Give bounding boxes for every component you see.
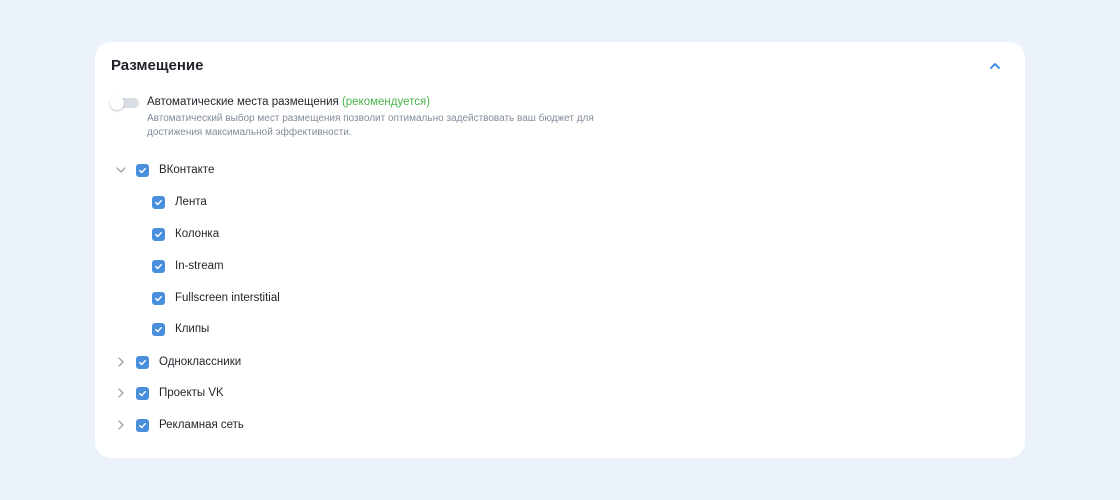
check-icon <box>155 231 162 237</box>
auto-placement-toggle[interactable] <box>110 96 139 110</box>
check-icon <box>139 167 146 173</box>
checkbox-clips[interactable] <box>152 322 165 336</box>
toggle-knob <box>110 96 124 110</box>
subplacement-label: Колонка <box>175 228 220 240</box>
checkbox-odnoklassniki[interactable] <box>136 355 149 369</box>
check-icon <box>139 359 146 365</box>
platform-label: Одноклассники <box>159 356 242 368</box>
check-icon <box>155 326 162 332</box>
subplacement-label: In-stream <box>175 260 224 272</box>
auto-placement-label-text: Автоматические места размещения <box>147 96 339 108</box>
check-icon <box>139 390 146 396</box>
chevron-right-icon[interactable] <box>115 356 127 368</box>
chevron-up-icon[interactable] <box>987 58 1003 74</box>
checkbox-instream[interactable] <box>152 259 165 273</box>
check-icon <box>155 199 162 205</box>
subplacement-label: Лента <box>175 196 207 208</box>
subplacement-row-column: Колонка <box>152 226 219 242</box>
recommended-badge: (рекомендуется) <box>341 96 431 108</box>
checkbox-vkontakte[interactable] <box>136 163 149 177</box>
checkbox-vk-projects[interactable] <box>136 386 149 400</box>
platform-row-odnoklassniki: Одноклассники <box>115 354 241 370</box>
platform-row-vk-projects: Проекты VK <box>115 385 224 401</box>
chevron-right-icon[interactable] <box>115 419 127 431</box>
platform-label: Рекламная сеть <box>159 419 244 431</box>
subplacement-row-fullscreen: Fullscreen interstitial <box>152 290 280 306</box>
platform-row-ad-network: Рекламная сеть <box>115 417 244 433</box>
subplacement-row-instream: In-stream <box>152 258 224 274</box>
subplacement-row-feed: Лента <box>152 194 207 210</box>
section-title: Размещение <box>111 57 204 74</box>
chevron-right-icon[interactable] <box>115 387 127 399</box>
platform-label: Проекты VK <box>159 387 224 399</box>
subplacement-row-clips: Клипы <box>152 321 209 337</box>
section-header: Размещение <box>111 56 1009 76</box>
auto-placement-label: Автоматические места размещения (рекомен… <box>147 95 430 110</box>
checkbox-feed[interactable] <box>152 195 165 209</box>
check-icon <box>155 263 162 269</box>
subplacement-label: Клипы <box>175 323 210 335</box>
subplacement-label: Fullscreen interstitial <box>175 292 280 304</box>
auto-placement-description: Автоматический выбор мест размещения поз… <box>147 113 594 138</box>
platform-row-vkontakte: ВКонтакте <box>115 162 214 178</box>
checkbox-fullscreen[interactable] <box>152 291 165 305</box>
platform-label: ВКонтакте <box>159 164 215 176</box>
checkbox-ad-network[interactable] <box>136 418 149 432</box>
checkbox-column[interactable] <box>152 227 165 241</box>
check-icon <box>139 422 146 428</box>
check-icon <box>155 295 162 301</box>
placement-card: Размещение Автоматические места размещен… <box>95 42 1025 458</box>
chevron-down-icon[interactable] <box>115 164 127 176</box>
